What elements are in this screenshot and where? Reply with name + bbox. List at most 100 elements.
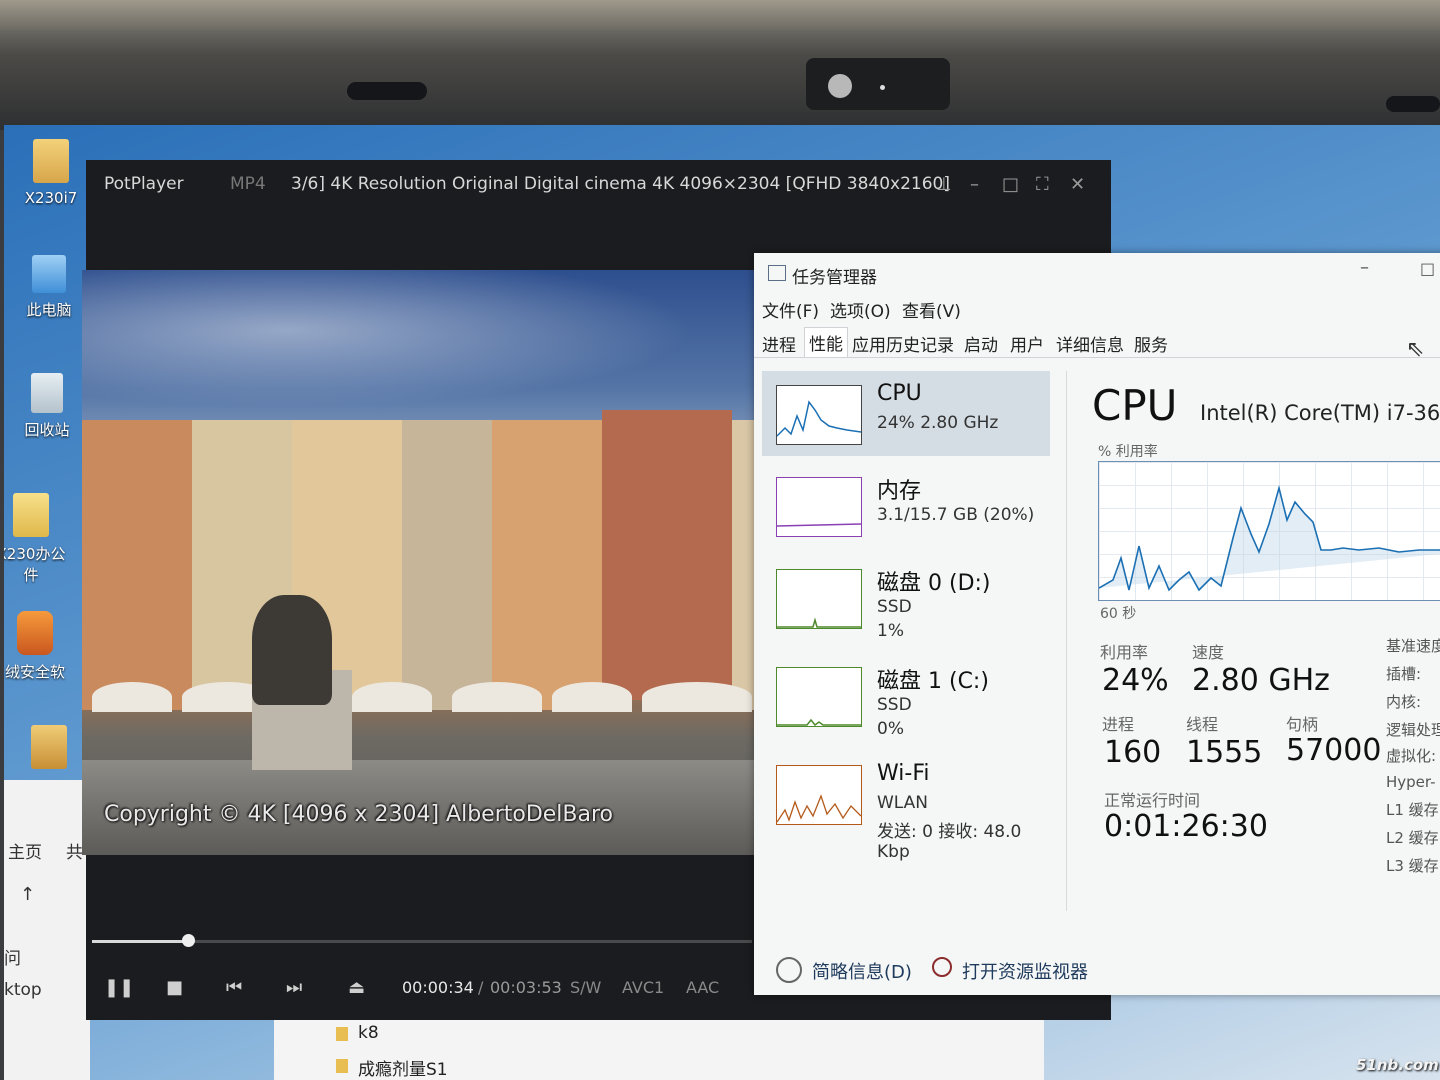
task-manager-window: 任务管理器 – □ 文件(F) 选项(O) 查看(V) 进程 性能 应用历史记录… [754,253,1440,995]
spec-label: L1 缓存 [1386,801,1439,819]
folder-item[interactable]: 成瘾剂量S1 [358,1055,448,1080]
desktop-icon-this-pc[interactable]: 此电脑 [14,255,84,320]
wifi-thumbnail [776,765,862,825]
audio-codec[interactable]: AAC [686,978,719,997]
stop-icon[interactable]: ■ [166,977,183,998]
tab-divider [754,357,1440,358]
bezel-latch [347,82,427,100]
perf-item-memory[interactable]: 内存 3.1/15.7 GB (20%) [762,463,1050,548]
security-app-icon [17,611,53,655]
perf-item-disk1[interactable]: 磁盘 1 (C:) SSD 0% [762,653,1050,739]
perf-item-cpu[interactable]: CPU 24% 2.80 GHz [762,371,1050,456]
bezel-latch-right [1386,96,1440,112]
video-umbrella [552,682,632,712]
usage-axis-label: % 利用率 [1098,444,1158,460]
seek-handle[interactable] [182,934,196,947]
close-icon[interactable]: ✕ [1070,174,1085,195]
perf-item-detail: 1% [877,621,904,641]
mouse-cursor-icon: ⇖ [1406,337,1425,362]
nav-share[interactable]: 共 [66,838,83,863]
detail-heading: CPU [1092,381,1178,430]
background-wall [0,0,1440,30]
next-icon[interactable]: ⏭ [286,977,302,998]
task-manager-icon [768,265,786,281]
open-resource-monitor-link[interactable]: 打开资源监视器 [962,958,1088,984]
maximize-icon[interactable]: □ [1420,259,1435,278]
spec-label: 插槽: [1386,665,1422,683]
cpu-usage-line [1098,484,1440,592]
perf-item-name: Wi-Fi [877,761,930,786]
cpu-usage-graph [1098,461,1440,601]
watermark: 51nb.com [1356,1056,1439,1074]
desktop-icon-label: 绒安全软 [4,663,65,681]
potplayer-titlebar[interactable]: PotPlayer MP4 3/6] 4K Resolution Origina… [86,160,1111,210]
spec-label: L2 缓存 [1386,829,1439,847]
desktop-icon-x230i7[interactable]: X230i7 [16,139,86,207]
collapse-icon[interactable] [776,957,802,983]
video-umbrella [642,682,752,712]
tab-performance[interactable]: 性能 [804,327,848,357]
desktop-icon-recycle-bin[interactable]: 回收站 [12,373,82,440]
spec-label: Hyper- [1386,773,1436,791]
tab-users[interactable]: 用户 [1010,331,1044,356]
cpu-mini-graph [777,400,861,437]
video-sky [82,270,762,420]
util-label: 利用率 [1100,643,1149,662]
perf-item-wifi[interactable]: Wi-Fi WLAN 发送: 0 接收: 48.0 Kbp [762,751,1050,862]
video-codec[interactable]: AVC1 [622,978,664,997]
video-umbrella [92,682,172,712]
disk0-mini-graph [777,617,861,628]
disk1-mini-graph [777,718,861,726]
nav-home[interactable]: 主页 [8,838,42,863]
perf-item-disk0[interactable]: 磁盘 0 (D:) SSD 1% [762,555,1050,641]
handle-label: 句柄 [1286,715,1319,734]
perf-item-name: 磁盘 0 (D:) [877,571,991,596]
time-separator: / [478,978,484,997]
perf-item-type: SSD [877,695,912,715]
folder-user-icon [33,139,69,183]
pin-icon[interactable]: ⊥ [936,174,952,195]
folder-item[interactable]: k8 [358,1023,379,1043]
menu-options[interactable]: 选项(O) [830,297,891,322]
up-arrow-icon[interactable]: ↑ [20,884,35,905]
tab-startup[interactable]: 启动 [964,331,998,356]
eject-icon[interactable]: ⏏ [348,977,365,998]
menu-file[interactable]: 文件(F) [762,297,819,322]
nav-desktop[interactable]: ktop [4,980,42,1000]
video-frame[interactable]: Copyright © 4K [4096 x 2304] AlbertoDelB… [82,270,762,855]
wifi-mini-graph [777,794,861,823]
video-building [492,420,602,710]
format-label: MP4 [230,174,266,194]
tab-app-history[interactable]: 应用历史记录 [852,331,954,356]
spec-label: 基准速度 [1386,637,1440,655]
perf-item-detail: 0% [877,719,904,739]
current-time: 00:00:34 [402,978,474,997]
video-statue [252,595,332,705]
speed-value: 2.80 GHz [1192,663,1330,698]
pause-icon[interactable]: ❚❚ [104,977,134,998]
minimize-icon[interactable]: – [970,174,979,195]
tab-services[interactable]: 服务 [1134,331,1168,356]
menu-view[interactable]: 查看(V) [902,297,961,322]
desktop-icon-security[interactable]: 绒安全软 [4,611,70,682]
cpu-model: Intel(R) Core(TM) i7-36 [1200,401,1440,425]
fullscreen-icon[interactable]: ⛶ [1036,174,1049,195]
maximize-icon[interactable]: □ [1002,174,1019,195]
folder-icon [336,1059,348,1073]
nav-quick-access[interactable]: 问 [4,944,21,969]
folder-icon [336,1027,348,1041]
app-name[interactable]: PotPlayer [104,174,184,194]
decoder-toggle[interactable]: S/W [570,978,601,997]
tab-details[interactable]: 详细信息 [1056,331,1124,356]
minimize-icon[interactable]: – [1360,257,1369,278]
brief-info-link[interactable]: 简略信息(D) [812,958,912,984]
disk0-thumbnail [776,569,862,629]
file-explorer-window: 主页 共 ↑ 问 ktop [4,780,90,1080]
media-title: 3/6] 4K Resolution Original Digital cine… [291,174,950,194]
tab-processes[interactable]: 进程 [762,331,796,356]
desktop-icon-archive[interactable] [14,725,84,775]
desktop-icon-label: X230i7 [24,189,78,207]
panel-divider [1066,371,1067,911]
previous-icon[interactable]: ⏮ [226,977,242,998]
desktop-icon-office-folder[interactable]: X230办公件 [4,493,66,585]
